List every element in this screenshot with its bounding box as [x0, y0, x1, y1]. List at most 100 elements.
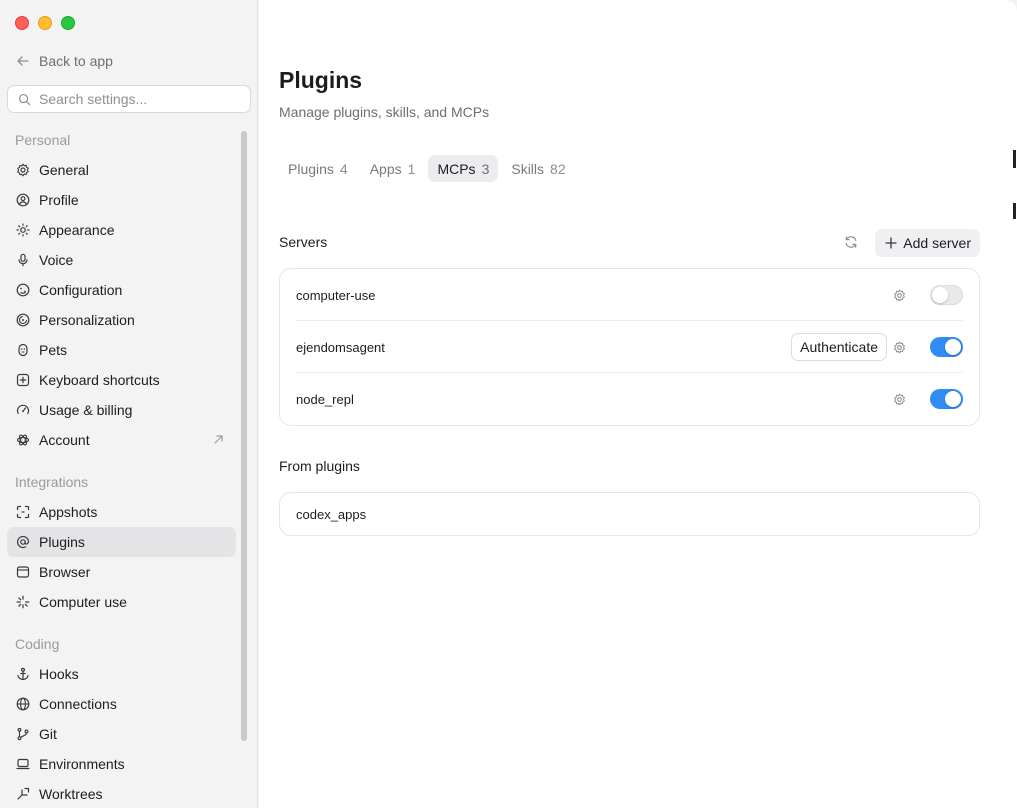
page-subtitle: Manage plugins, skills, and MCPs	[279, 104, 490, 120]
section-title-integrations: Integrations	[15, 474, 89, 490]
tab-count: 4	[339, 160, 348, 177]
globe-icon	[16, 697, 30, 711]
tab-count: 1	[407, 160, 416, 177]
sidebar: Back to app Personal General Profile App…	[0, 0, 258, 808]
sidebar-item-label: Voice	[39, 252, 74, 268]
sidebar-item-configuration[interactable]: Configuration	[7, 275, 236, 305]
sidebar-item-connections[interactable]: Connections	[7, 689, 236, 719]
sidebar-item-hooks[interactable]: Hooks	[7, 659, 236, 689]
sparkle-icon	[16, 595, 30, 609]
palette-icon	[16, 313, 30, 327]
gear-icon[interactable]	[893, 341, 906, 354]
sidebar-item-label: Pets	[39, 342, 68, 358]
zoom-window-button[interactable]	[61, 16, 75, 30]
background-window-edge	[1013, 150, 1016, 168]
sidebar-item-browser[interactable]: Browser	[7, 557, 236, 587]
sidebar-item-personalization[interactable]: Personalization	[7, 305, 236, 335]
sidebar-item-label: Configuration	[39, 282, 123, 298]
microphone-icon	[18, 253, 28, 267]
add-server-label: Add server	[903, 235, 971, 251]
server-enabled-toggle[interactable]	[930, 337, 963, 357]
gear-icon	[17, 163, 29, 177]
tab-count: 82	[550, 160, 566, 177]
openai-logo-icon	[16, 434, 30, 446]
worktree-icon	[17, 787, 30, 800]
sidebar-item-computer-use[interactable]: Computer use	[7, 587, 236, 617]
gear-icon[interactable]	[893, 393, 906, 406]
sidebar-item-keyboard-shortcuts[interactable]: Keyboard shortcuts	[7, 365, 236, 395]
tab-label: Plugins	[288, 160, 334, 177]
sidebar-item-label: Environments	[39, 756, 125, 772]
sidebar-item-git[interactable]: Git	[7, 719, 236, 749]
sidebar-scrollbar[interactable]	[241, 131, 247, 741]
sidebar-item-plugins[interactable]: Plugins	[7, 527, 236, 557]
server-enabled-toggle[interactable]	[930, 285, 963, 305]
page-title: Plugins	[279, 67, 363, 93]
sidebar-item-label: Browser	[39, 564, 91, 580]
sidebar-item-label: Appshots	[39, 504, 98, 520]
sidebar-item-worktrees[interactable]: Worktrees	[7, 779, 236, 808]
gear-icon[interactable]	[893, 289, 906, 302]
tab-plugins[interactable]: Plugins 4	[279, 155, 357, 182]
sidebar-item-general[interactable]: General	[7, 155, 236, 185]
plus-icon	[885, 237, 897, 249]
arrow-left-icon	[17, 56, 29, 66]
keyboard-command-icon	[16, 373, 30, 387]
sidebar-item-label: Worktrees	[39, 786, 103, 802]
back-to-app-link[interactable]: Back to app	[16, 53, 113, 69]
at-sign-icon	[17, 535, 30, 549]
sidebar-nav: Personal General Profile Appearance Voic…	[0, 125, 240, 808]
sidebar-item-voice[interactable]: Voice	[7, 245, 236, 275]
sidebar-item-environments[interactable]: Environments	[7, 749, 236, 779]
search-box	[7, 85, 251, 113]
server-row-ejendomsagent: ejendomsagent Authenticate	[296, 321, 963, 373]
main-panel: Plugins Manage plugins, skills, and MCPs…	[259, 0, 1017, 808]
sidebar-item-account[interactable]: Account	[7, 425, 236, 455]
sidebar-item-label: Appearance	[39, 222, 115, 238]
toggle-knob	[945, 339, 961, 355]
server-row-computer-use: computer-use	[296, 269, 963, 321]
tab-apps[interactable]: Apps 1	[361, 155, 425, 182]
sidebar-item-label: Usage & billing	[39, 402, 133, 418]
gauge-icon	[16, 404, 30, 415]
browser-window-icon	[16, 566, 30, 578]
add-server-button[interactable]: Add server	[875, 229, 980, 257]
sidebar-item-appshots[interactable]: Appshots	[7, 497, 236, 527]
tab-skills[interactable]: Skills 82	[502, 155, 574, 182]
servers-header: Servers Add server	[279, 229, 980, 257]
server-row-node-repl: node_repl	[296, 373, 963, 425]
sidebar-item-appearance[interactable]: Appearance	[7, 215, 236, 245]
sidebar-item-label: Connections	[39, 696, 117, 712]
authenticate-button[interactable]: Authenticate	[791, 333, 887, 361]
sidebar-item-label: Git	[39, 726, 57, 742]
toggle-knob	[945, 391, 961, 407]
server-enabled-toggle[interactable]	[930, 389, 963, 409]
sidebar-item-usage-billing[interactable]: Usage & billing	[7, 395, 236, 425]
pet-icon	[18, 343, 28, 357]
sidebar-item-label: Profile	[39, 192, 79, 208]
anchor-icon	[17, 667, 29, 681]
toggle-knob	[932, 287, 948, 303]
tab-label: Skills	[511, 160, 545, 177]
laptop-icon	[16, 758, 30, 770]
from-plugins-card: codex_apps	[279, 492, 980, 536]
server-name: node_repl	[296, 391, 354, 407]
window-controls	[15, 16, 75, 30]
close-window-button[interactable]	[15, 16, 29, 30]
search-input[interactable]	[39, 91, 239, 107]
minimize-window-button[interactable]	[38, 16, 52, 30]
refresh-icon[interactable]	[844, 235, 858, 249]
back-to-app-label: Back to app	[39, 53, 113, 69]
sidebar-item-label: Keyboard shortcuts	[39, 372, 160, 388]
sidebar-item-label: Personalization	[39, 312, 135, 328]
tab-mcps[interactable]: MCPs 3	[428, 155, 499, 182]
sidebar-item-label: Plugins	[39, 534, 85, 550]
tab-bar: Plugins 4 Apps 1 MCPs 3 Skills 82	[279, 155, 575, 182]
search-icon	[18, 93, 31, 105]
sidebar-item-profile[interactable]: Profile	[7, 185, 236, 215]
git-branch-icon	[17, 727, 29, 741]
sidebar-item-pets[interactable]: Pets	[7, 335, 236, 365]
external-link-arrow-icon	[214, 435, 223, 444]
section-title-coding: Coding	[15, 636, 60, 652]
sun-icon	[16, 223, 30, 237]
